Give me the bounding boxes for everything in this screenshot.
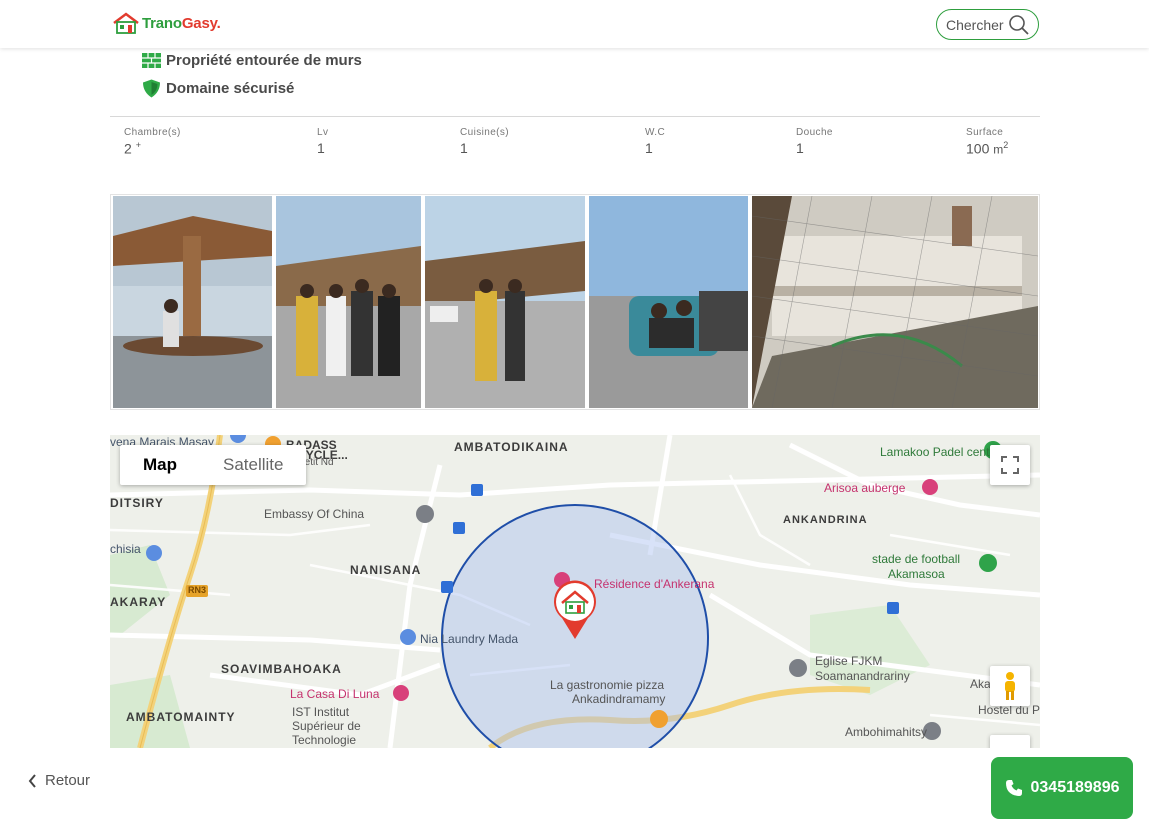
shield-icon [143,79,160,97]
spec-surface: Surface 100 m2 [966,127,1008,157]
map-label: DITSIRY [110,496,164,510]
spec-shower: Douche 1 [796,127,833,156]
back-label: Retour [45,772,91,789]
gallery-photo[interactable] [425,196,585,408]
map-type-control: Map Satellite [120,445,307,485]
map-label: RN3 [188,585,207,595]
photo-gallery [110,194,1040,410]
spec-wc: W.C 1 [645,127,665,156]
spec-label: Lv [317,127,329,138]
spec-bedrooms: Chambre(s) 2 + [124,127,181,157]
map-label: Supérieur de [292,719,361,733]
spec-label: Douche [796,127,833,138]
spec-living: Lv 1 [317,127,328,156]
gallery-photo[interactable] [589,196,748,408]
fullscreen-icon [1001,456,1019,474]
map-label: chisia [110,542,141,556]
map-label: Arisoa auberge [824,481,906,495]
search-icon [1009,14,1029,35]
phone-icon [1005,780,1022,796]
map-label: Ankadindramamy [572,692,666,706]
street-view-pegman[interactable] [990,666,1030,706]
map-label: Technologie [292,733,357,747]
property-marker-icon[interactable] [552,578,598,640]
spec-value: 1 [645,140,653,156]
feature-item: Domaine sécurisé [142,74,362,102]
spec-label: W.C [645,127,666,138]
fullscreen-button[interactable] [990,445,1030,485]
pegman-icon [1005,672,1015,700]
map-label: SOAVIMBAHOAKA [221,662,342,676]
map-label: La gastronomie pizza [550,678,665,692]
spec-label: Chambre(s) [124,127,181,138]
spec-value: 1 [317,140,325,156]
map-label: stade de football [872,552,961,566]
spec-value: 1 [796,140,804,156]
spec-value: 1 [460,140,468,156]
chevron-left-icon [28,773,36,788]
spec-kitchens: Cuisine(s) 1 [460,127,509,156]
phone-number: 0345189896 [1030,779,1120,796]
property-specs: Chambre(s) 2 + Lv 1 Cuisine(s) 1 W.C 1 D… [110,116,1040,178]
feature-list: Propriété entourée de murs Domaine sécur… [142,46,362,102]
feature-item: Propriété entourée de murs [142,46,362,74]
search-label: Chercher [946,16,1004,33]
gallery-photo[interactable] [113,196,272,408]
map-label: Eglise FJKM [815,654,883,668]
map-label: Ambohimahitsy [845,725,928,739]
map-label: Soamanandrariny [815,669,910,683]
map-label: AMBATODIKAINA [454,440,569,454]
zoom-control[interactable] [990,735,1030,748]
map-label: Résidence d'Ankerana [594,577,715,591]
map-label: La Casa Di Luna [290,687,380,701]
call-button[interactable]: 0345189896 [991,757,1133,819]
logo-text: TranoGasy. [142,14,221,32]
map-label: Embassy Of China [264,507,365,521]
wall-icon [142,52,161,68]
map-label: Akamasoa [888,567,945,581]
feature-label: Domaine sécurisé [166,79,295,97]
house-logo-icon [113,12,139,34]
logo[interactable]: TranoGasy. [112,12,221,34]
map-label: ANKANDRINA [783,514,868,526]
gallery-photo[interactable] [752,196,1038,408]
search-button[interactable]: Chercher [936,9,1039,40]
spec-value: 2 + [124,140,141,157]
spec-value: 100 m2 [966,140,1009,157]
back-button[interactable]: Retour [28,772,90,789]
location-map[interactable]: vena Marais Masay BADASS TORCYCLE... AMB… [110,435,1040,748]
map-label: NANISANA [350,563,422,577]
map-label: Lamakoo Padel center [880,445,1001,459]
site-header: TranoGasy. Chercher [0,0,1149,48]
spec-label: Cuisine(s) [460,127,510,138]
spec-label: Surface [966,127,1004,138]
gallery-photo[interactable] [276,196,421,408]
feature-label: Propriété entourée de murs [166,51,362,69]
map-label: AMBATOMAINTY [126,710,236,724]
map-type-satellite-button[interactable]: Satellite [200,445,306,485]
map-label: AKARAY [110,595,167,609]
map-type-map-button[interactable]: Map [120,445,200,485]
map-label: IST Institut [292,705,350,719]
map-label: Nia Laundry Mada [420,632,519,646]
